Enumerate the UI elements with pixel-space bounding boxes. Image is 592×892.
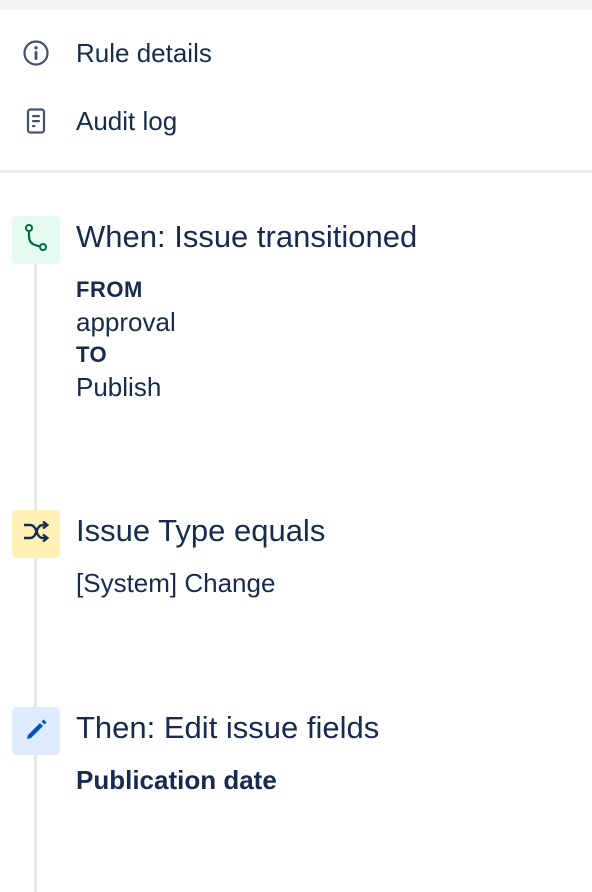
info-icon xyxy=(22,39,50,67)
from-keyword: FROM xyxy=(76,277,143,302)
to-keyword: TO xyxy=(76,342,108,367)
top-strip xyxy=(0,0,592,10)
divider xyxy=(0,170,592,173)
nav-item-rule-details[interactable]: Rule details xyxy=(0,27,592,79)
action-badge xyxy=(12,707,60,755)
nav-item-label: Audit log xyxy=(76,105,178,136)
pencil-icon xyxy=(23,716,49,747)
to-value: Publish xyxy=(76,372,162,402)
document-icon xyxy=(22,107,50,135)
trigger-badge xyxy=(12,216,60,264)
shuffle-icon xyxy=(22,520,50,549)
condition-value: [System] Change xyxy=(76,568,276,598)
from-value: approval xyxy=(76,307,176,337)
action-title: Then: Edit issue fields xyxy=(76,710,380,745)
nav-item-audit-log[interactable]: Audit log xyxy=(0,95,592,147)
transition-icon xyxy=(23,223,49,258)
trigger-title: When: Issue transitioned xyxy=(76,219,418,254)
condition-title: Issue Type equals xyxy=(76,513,326,548)
nav-item-label: Rule details xyxy=(76,37,212,68)
rule-timeline-rail xyxy=(34,262,37,892)
condition-badge xyxy=(12,510,60,558)
action-field-value: Publication date xyxy=(76,765,277,795)
